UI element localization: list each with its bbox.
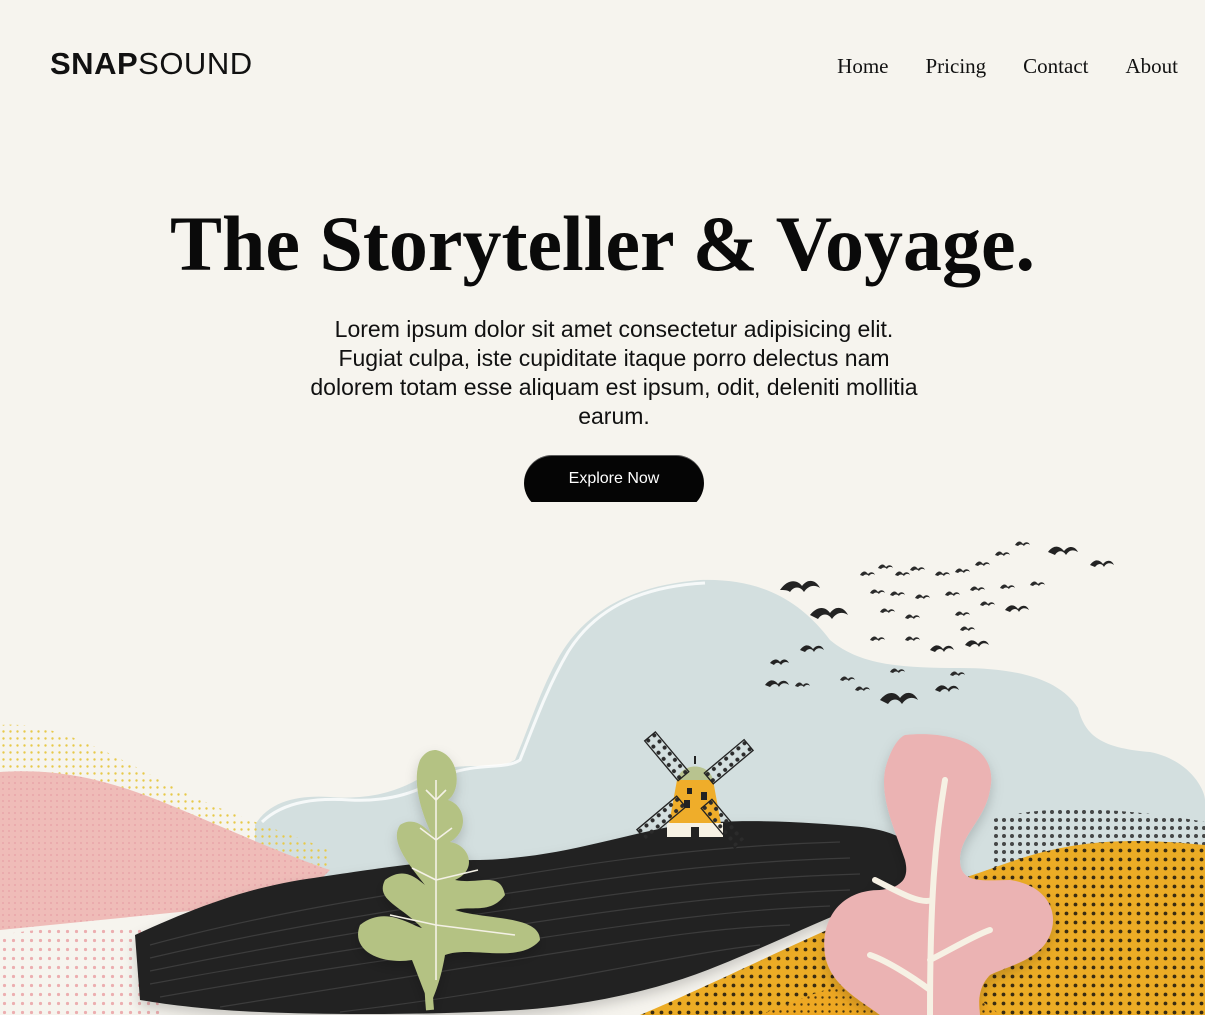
hero-description: Lorem ipsum dolor sit amet consectetur a… xyxy=(310,316,918,429)
windmill-window xyxy=(701,792,707,800)
main-nav: Home Pricing Contact About xyxy=(837,56,1178,77)
brand-logo-light: SOUND xyxy=(138,46,253,81)
windmill-door xyxy=(691,827,699,837)
explore-now-button[interactable]: Explore Now xyxy=(524,455,704,502)
nav-link-home[interactable]: Home xyxy=(837,56,888,77)
nav-link-contact[interactable]: Contact xyxy=(1023,56,1088,77)
brand-logo-bold: SNAP xyxy=(50,46,139,81)
hero-title: The Storyteller & Voyage. xyxy=(169,200,1036,287)
windmill-window xyxy=(687,788,692,794)
brand-logo[interactable]: SNAPSOUND xyxy=(50,48,253,79)
nav-link-about[interactable]: About xyxy=(1126,56,1179,77)
nav-link-pricing[interactable]: Pricing xyxy=(926,56,987,77)
explore-button-wrapper: Explore Now xyxy=(524,455,704,502)
landscape-illustration xyxy=(0,541,1205,1015)
